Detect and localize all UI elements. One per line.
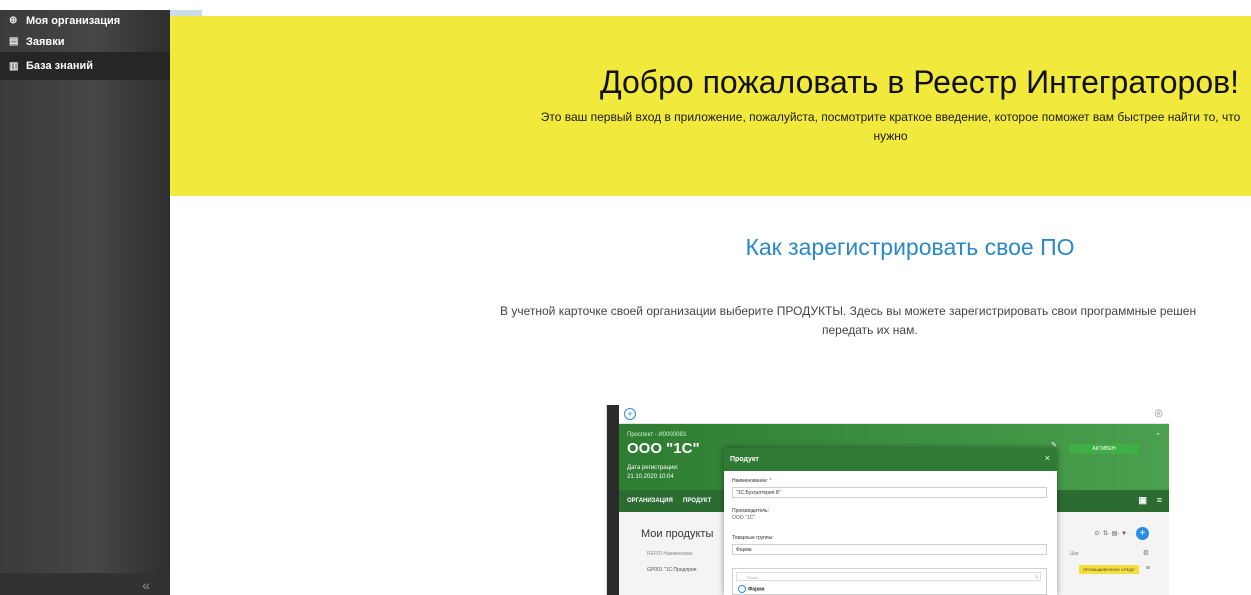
vendor-value: ООО "1С" xyxy=(732,515,755,521)
sidebar-item-requests[interactable]: ▤ Заявки xyxy=(0,31,170,52)
dropdown-search: Поиск... ⌕ xyxy=(736,572,1041,581)
chevron-up-icon: ⌃ xyxy=(1155,433,1161,440)
tab-products: ПРОДУКТ xyxy=(683,498,712,504)
box-icon: ⊕ xyxy=(9,15,18,26)
sidebar-item-label: Моя организация xyxy=(26,14,121,27)
row-menu-icon: ≡ xyxy=(1145,565,1150,572)
sidebar-item-knowledge-base[interactable]: ▥ База знаний xyxy=(0,52,170,80)
search-icon: ⌕ xyxy=(1035,574,1038,580)
section-text-line1: В учетной карточке своей организации выб… xyxy=(500,304,1197,318)
name-field: "1С:Бухгалтерия 8" xyxy=(732,487,1047,498)
menu-icon: ≡ xyxy=(1156,495,1162,505)
reg-date: 21.10.2020 10:04 xyxy=(627,474,674,480)
collapse-sidebar-icon[interactable]: « xyxy=(142,577,150,593)
add-tab-icon: + xyxy=(624,408,636,420)
book-icon: ▥ xyxy=(9,60,19,72)
groups-dropdown: Поиск... ⌕ Фарма xyxy=(732,568,1047,595)
tutorial-screenshot: + ◎ Проспект - И0000083 ООО "1С" Дата ре… xyxy=(606,405,1169,595)
clipboard-icon: ▤ xyxy=(9,36,19,47)
toolbar-icons: ⊙· ⇅· ▤· ▼· xyxy=(1094,531,1129,537)
name-label: Наименование: * xyxy=(732,478,772,484)
welcome-subtitle: Это ваш первый вход в приложение, пожалу… xyxy=(540,110,1241,143)
groups-select: Фарма xyxy=(732,544,1047,555)
table-header: REFID Наименован xyxy=(647,551,693,557)
sidebar: ⊕ Моя организация ▤ Заявки ▥ База знаний… xyxy=(0,10,170,595)
table-row: GP001 "1С:Предприя xyxy=(647,567,697,573)
top-bar xyxy=(0,0,1251,10)
reg-label: Дата регистрации: xyxy=(627,465,679,471)
sidebar-item-my-organization[interactable]: ⊕ Моя организация xyxy=(0,10,170,31)
globe-icon: ◎ xyxy=(1154,408,1163,419)
status-badge: АКТИВЕН xyxy=(1069,444,1139,454)
screenshot-topbar: + ◎ xyxy=(619,405,1169,424)
section-title: Как зарегистрировать свое ПО xyxy=(745,234,1075,260)
row-status-badge: ПРОМЫШЛЕННУЮ СРЕДУ xyxy=(1079,565,1139,574)
document-icon: ▣ xyxy=(1138,495,1147,505)
radio-icon xyxy=(738,585,746,593)
product-dialog: Продукт × Наименование: * "1С:Бухгалтери… xyxy=(724,448,1057,595)
sidebar-footer: « xyxy=(0,573,170,595)
org-name: ООО "1С" xyxy=(627,440,700,457)
dialog-header: Продукт × xyxy=(724,448,1057,471)
close-icon: × xyxy=(1044,453,1050,463)
section-text: В учетной карточке своей организации выб… xyxy=(500,302,1251,340)
sidebar-item-label: Заявки xyxy=(26,35,65,48)
add-product-icon: + xyxy=(1136,527,1149,540)
prospect-id: Проспект - И0000083 xyxy=(627,432,687,438)
screenshot-sidebar xyxy=(607,405,619,595)
column-step: Шаг xyxy=(1069,551,1079,557)
welcome-title: Добро пожаловать в Реестр Интеграторов! xyxy=(599,64,1239,100)
welcome-banner: Добро пожаловать в Реестр Интеграторов! … xyxy=(170,16,1251,196)
section-text-line2: передать их нам. xyxy=(822,323,918,337)
vendor-label: Производитель: xyxy=(732,508,769,514)
groups-label: Товарные группы: xyxy=(732,535,774,541)
dialog-title: Продукт xyxy=(730,456,759,463)
tab-organization: ОРГАНИЗАЦИЯ xyxy=(627,498,673,504)
sidebar-item-label: База знаний xyxy=(26,60,94,72)
products-title: Мои продукты xyxy=(641,528,714,540)
dropdown-option: Фарма xyxy=(738,585,764,593)
gear-icon: ⚙ xyxy=(1142,550,1149,557)
